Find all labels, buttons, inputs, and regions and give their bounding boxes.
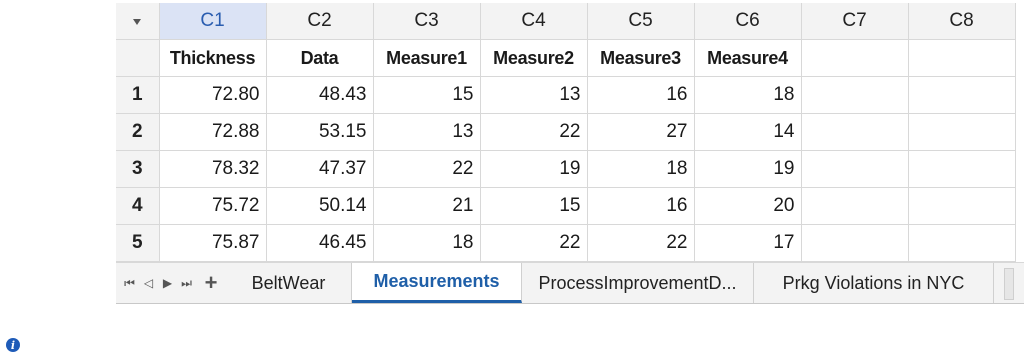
data-cell[interactable] (908, 187, 1016, 225)
data-cell[interactable]: 22 (587, 224, 695, 262)
sort-down-arrow-icon[interactable] (116, 3, 160, 40)
data-cell[interactable] (908, 150, 1016, 188)
table-row: 3 78.32 47.37 22 19 18 19 (116, 150, 1016, 188)
data-cell[interactable]: 20 (694, 187, 802, 225)
sheet-tab-measurements[interactable]: Measurements (352, 263, 522, 303)
data-cell[interactable]: 13 (480, 76, 588, 114)
column-header-c5[interactable]: C5 (587, 3, 695, 40)
data-cell[interactable]: 16 (587, 187, 695, 225)
next-sheet-icon[interactable]: ▶ (158, 263, 177, 303)
row-number[interactable]: 1 (116, 76, 160, 114)
table-row: 5 75.87 46.45 18 22 22 17 (116, 224, 1016, 262)
sheet-navigation: ⏮ ◁ ▶ ⏭ (116, 263, 196, 303)
data-cell[interactable]: 15 (373, 76, 481, 114)
row-number[interactable]: 3 (116, 150, 160, 188)
data-cell[interactable]: 75.72 (159, 187, 267, 225)
worksheet-app: C1 C2 C3 C4 C5 C6 C7 C8 Thickness Data Measure1 Mea… (0, 0, 1024, 356)
column-name-cell[interactable] (801, 39, 909, 77)
column-header-c4[interactable]: C4 (480, 3, 588, 40)
data-cell[interactable]: 75.87 (159, 224, 267, 262)
add-sheet-icon[interactable]: + (196, 263, 226, 303)
column-name-cell[interactable]: Measure1 (373, 39, 481, 77)
data-cell[interactable]: 15 (480, 187, 588, 225)
column-header-row: C1 C2 C3 C4 C5 C6 C7 C8 (116, 3, 1016, 40)
info-icon[interactable]: i (6, 338, 20, 352)
sheet-tabs: BeltWear Measurements ProcessImprovementD.… (226, 263, 994, 303)
data-cell[interactable] (801, 187, 909, 225)
data-cell[interactable] (801, 224, 909, 262)
data-cell[interactable]: 22 (480, 224, 588, 262)
column-name-cell[interactable] (908, 39, 1016, 77)
data-cell[interactable]: 48.43 (266, 76, 374, 114)
column-name-cell[interactable]: Measure4 (694, 39, 802, 77)
data-cell[interactable]: 16 (587, 76, 695, 114)
data-cell[interactable] (801, 113, 909, 151)
data-cell[interactable]: 19 (480, 150, 588, 188)
data-cell[interactable]: 72.80 (159, 76, 267, 114)
sheet-tab-prkg-violations-in-nyc[interactable]: Prkg Violations in NYC (754, 263, 994, 303)
data-cell[interactable]: 18 (587, 150, 695, 188)
table-row: 4 75.72 50.14 21 15 16 20 (116, 187, 1016, 225)
table-row: 2 72.88 53.15 13 22 27 14 (116, 113, 1016, 151)
data-cell[interactable]: 78.32 (159, 150, 267, 188)
column-header-c2[interactable]: C2 (266, 3, 374, 40)
data-cell[interactable]: 47.37 (266, 150, 374, 188)
table-row: 1 72.80 48.43 15 13 16 18 (116, 76, 1016, 114)
data-cell[interactable]: 13 (373, 113, 481, 151)
data-cell[interactable]: 22 (480, 113, 588, 151)
data-cell[interactable] (908, 76, 1016, 114)
data-cell[interactable]: 46.45 (266, 224, 374, 262)
column-name-row: Thickness Data Measure1 Measure2 Measure3 Mea… (116, 39, 1016, 77)
column-name-cell[interactable]: Measure3 (587, 39, 695, 77)
data-cell[interactable] (801, 150, 909, 188)
data-cell[interactable]: 27 (587, 113, 695, 151)
name-row-header (116, 39, 160, 77)
column-name-cell[interactable]: Thickness (159, 39, 267, 77)
data-cell[interactable]: 21 (373, 187, 481, 225)
column-header-c1[interactable]: C1 (159, 3, 267, 40)
sheet-tab-beltwear[interactable]: BeltWear (226, 263, 352, 303)
sheet-tab-processimprovementd[interactable]: ProcessImprovementD... (522, 263, 754, 303)
row-number[interactable]: 5 (116, 224, 160, 262)
data-cell[interactable]: 18 (694, 76, 802, 114)
last-sheet-icon[interactable]: ⏭ (177, 263, 196, 303)
column-header-c3[interactable]: C3 (373, 3, 481, 40)
column-header-c7[interactable]: C7 (801, 3, 909, 40)
data-cell[interactable]: 72.88 (159, 113, 267, 151)
data-cell[interactable]: 53.15 (266, 113, 374, 151)
data-cell[interactable]: 14 (694, 113, 802, 151)
data-cell[interactable]: 50.14 (266, 187, 374, 225)
column-header-c8[interactable]: C8 (908, 3, 1016, 40)
tab-scroll-handle[interactable] (1004, 268, 1014, 300)
sheet-tab-bar: ⏮ ◁ ▶ ⏭ + BeltWear Measurements ProcessImp… (116, 262, 1024, 304)
data-cell[interactable] (908, 113, 1016, 151)
prev-sheet-icon[interactable]: ◁ (139, 263, 158, 303)
data-cell[interactable]: 19 (694, 150, 802, 188)
column-name-cell[interactable]: Data (266, 39, 374, 77)
worksheet-grid: C1 C2 C3 C4 C5 C6 C7 C8 Thickness Data Measure1 Mea… (116, 3, 1016, 262)
row-number[interactable]: 4 (116, 187, 160, 225)
column-header-c6[interactable]: C6 (694, 3, 802, 40)
data-cell[interactable] (801, 76, 909, 114)
first-sheet-icon[interactable]: ⏮ (120, 263, 139, 303)
data-cell[interactable] (908, 224, 1016, 262)
data-cell[interactable]: 22 (373, 150, 481, 188)
column-name-cell[interactable]: Measure2 (480, 39, 588, 77)
data-cell[interactable]: 17 (694, 224, 802, 262)
row-number[interactable]: 2 (116, 113, 160, 151)
data-cell[interactable]: 18 (373, 224, 481, 262)
